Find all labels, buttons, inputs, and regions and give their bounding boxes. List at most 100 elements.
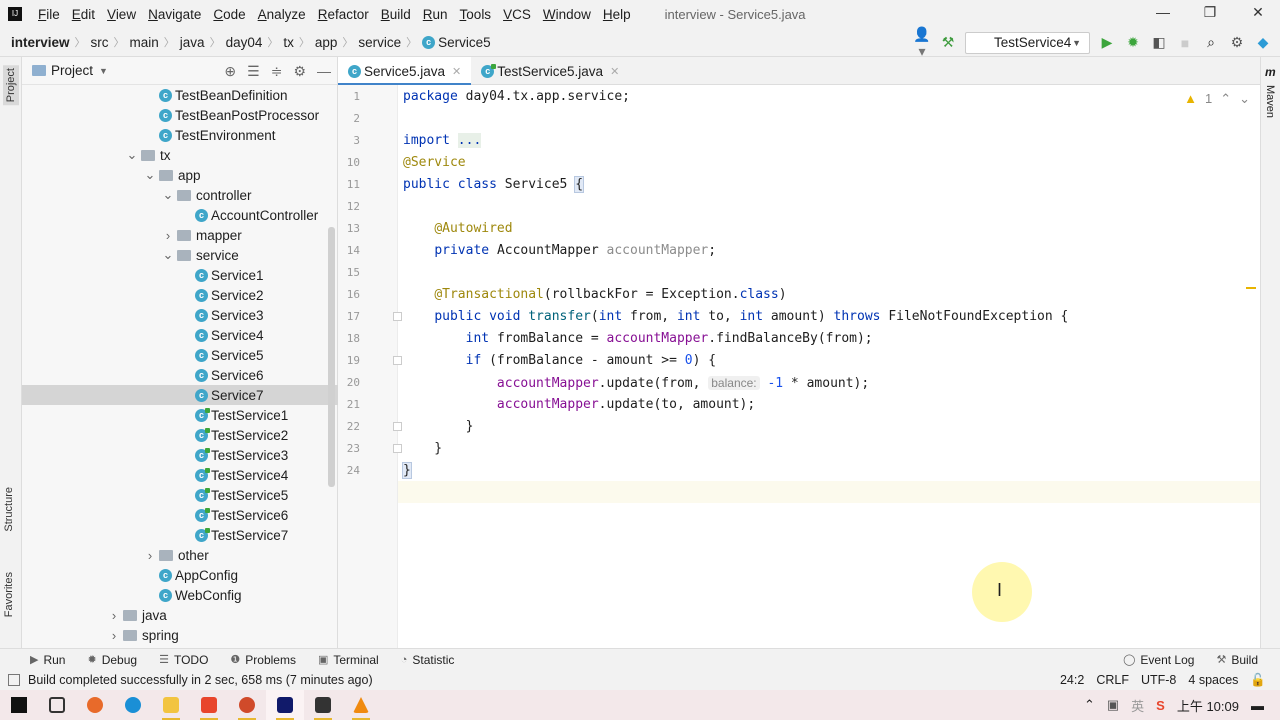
sogou-icon[interactable]: S [1156, 698, 1165, 713]
chevron-down-icon[interactable]: ⌄ [123, 147, 141, 163]
tree-item[interactable]: c Service1 [22, 265, 338, 285]
firefox-icon[interactable] [76, 690, 114, 720]
fold-icon[interactable] [393, 444, 402, 453]
breadcrumb-item[interactable]: tx [283, 35, 294, 50]
indent-setting[interactable]: 4 spaces [1188, 673, 1238, 687]
code-editor[interactable]: 1 2 3 10 11 12 13 14 15 16 17 18 19 20 21 22 23 24 packag… [338, 85, 1260, 648]
run-config-select[interactable]: TestService4 ▼ [965, 31, 1090, 54]
breadcrumb-item[interactable]: service [358, 35, 401, 50]
close-button[interactable]: ✕ [1243, 4, 1273, 21]
favorites-side-tab[interactable]: Favorites [3, 572, 15, 617]
chevron-down-icon[interactable]: ▼ [99, 66, 108, 76]
chevron-down-icon[interactable]: ⌄ [159, 247, 177, 263]
breadcrumb-item[interactable]: main [130, 35, 159, 50]
menu-refactor[interactable]: Refactor [312, 7, 375, 22]
tree-item[interactable]: c TestService1 [22, 405, 338, 425]
tree-item[interactable]: c TestService4 [22, 465, 338, 485]
tool-window-build[interactable]: ⚒ Build [1216, 653, 1258, 667]
menu-navigate[interactable]: Navigate [142, 7, 207, 22]
maven-side-tab[interactable]: Maven [1264, 85, 1276, 118]
build-hammer-icon[interactable]: ⚒ [939, 34, 957, 51]
lock-icon[interactable]: 🔓 [1250, 673, 1266, 688]
breadcrumb-item[interactable]: app [315, 35, 338, 50]
tree-item[interactable]: ⌄ service [22, 245, 338, 265]
xmind-icon[interactable] [190, 690, 228, 720]
tree-item[interactable]: ⌄ tx [22, 145, 338, 165]
plugin-icon[interactable]: ◆ [1254, 34, 1272, 51]
edge-icon[interactable] [114, 690, 152, 720]
close-tab-icon[interactable]: ✕ [452, 65, 461, 78]
tree-item[interactable]: c TestBeanDefinition [22, 85, 338, 105]
line-separator[interactable]: CRLF [1096, 673, 1129, 687]
menu-help[interactable]: Help [597, 7, 637, 22]
menu-analyze[interactable]: Analyze [252, 7, 312, 22]
tree-item[interactable]: c TestService2 [22, 425, 338, 445]
fold-icon[interactable] [393, 312, 402, 321]
tree-item[interactable]: c TestService6 [22, 505, 338, 525]
notification-icon[interactable]: ▬ [1251, 698, 1264, 713]
file-explorer-icon[interactable] [152, 690, 190, 720]
coverage-icon[interactable]: ◧ [1150, 34, 1168, 51]
task-view-icon[interactable] [38, 690, 76, 720]
chevron-right-icon[interactable]: › [141, 548, 159, 563]
tray-app-icon[interactable]: ▣ [1107, 697, 1119, 713]
tree-item[interactable]: c Service5 [22, 345, 338, 365]
menu-view[interactable]: View [101, 7, 142, 22]
chevron-up-icon[interactable]: ⌃ [1084, 697, 1095, 713]
menu-window[interactable]: Window [537, 7, 597, 22]
tree-item[interactable]: c Service4 [22, 325, 338, 345]
chevron-down-icon[interactable]: ⌄ [159, 187, 177, 203]
warning-marker[interactable] [1246, 287, 1256, 289]
breadcrumb-item[interactable]: src [91, 35, 109, 50]
tool-window-run[interactable]: ▶ Run [30, 653, 65, 667]
tree-item[interactable]: c Service6 [22, 365, 338, 385]
tree-item[interactable]: c Service2 [22, 285, 338, 305]
locate-icon[interactable]: ⊕ [224, 63, 236, 80]
close-tab-icon[interactable]: ✕ [610, 65, 619, 78]
next-highlight-icon[interactable]: ⌄ [1239, 91, 1250, 107]
file-encoding[interactable]: UTF-8 [1141, 673, 1176, 687]
tree-item[interactable]: c Service3 [22, 305, 338, 325]
tool-window-debug[interactable]: ✹ Debug [87, 653, 137, 667]
tab-testservice5-java[interactable]: c TestService5.java ✕ [471, 57, 629, 85]
tab-service5-java[interactable]: c Service5.java ✕ [338, 57, 472, 86]
menu-edit[interactable]: Edit [66, 7, 101, 22]
tree-item[interactable]: c Service7 [22, 385, 338, 405]
tree-item[interactable]: › other [22, 545, 338, 565]
menu-run[interactable]: Run [417, 7, 454, 22]
tool-window-todo[interactable]: ☰ TODO [159, 653, 208, 667]
search-icon[interactable]: ⌕ [1202, 34, 1220, 51]
powerpoint-icon[interactable] [228, 690, 266, 720]
terminal-icon[interactable] [304, 690, 342, 720]
project-scrollbar[interactable] [328, 227, 335, 487]
minimize-button[interactable]: — [1148, 4, 1178, 20]
fold-icon[interactable] [393, 356, 402, 365]
inspection-widget[interactable]: ▲ 1 ⌃ ⌄ [1184, 91, 1250, 107]
tool-window-terminal[interactable]: ▣ Terminal [318, 653, 379, 667]
vlc-icon[interactable] [342, 690, 380, 720]
tree-item[interactable]: › mapper [22, 225, 338, 245]
tree-item[interactable]: › java [22, 605, 338, 625]
tree-item[interactable]: c TestService5 [22, 485, 338, 505]
tree-item[interactable]: c TestEnvironment [22, 125, 338, 145]
chevron-down-icon[interactable]: ⌄ [141, 167, 159, 183]
user-icon[interactable]: 👤▾ [913, 26, 931, 60]
expand-all-icon[interactable]: ☰ [247, 63, 260, 80]
debug-icon[interactable]: ✹ [1124, 34, 1142, 51]
settings-gear-icon[interactable]: ⚙ [1228, 34, 1246, 51]
tree-item[interactable]: › spring [22, 625, 338, 645]
tool-window-problems[interactable]: ❶ Problems [230, 653, 296, 667]
tree-item[interactable]: c AppConfig [22, 565, 338, 585]
tool-window-event-log[interactable]: ◯ Event Log [1123, 653, 1194, 667]
menu-vcs[interactable]: VCS [497, 7, 537, 22]
breadcrumb-item[interactable]: java [180, 35, 205, 50]
structure-side-tab[interactable]: Structure [3, 487, 15, 532]
tree-item[interactable]: c WebConfig [22, 585, 338, 605]
menu-file[interactable]: File [32, 7, 66, 22]
prev-highlight-icon[interactable]: ⌃ [1220, 91, 1231, 107]
chevron-right-icon[interactable]: › [105, 628, 123, 643]
restore-button[interactable]: ❐ [1195, 4, 1225, 21]
tool-window-statistic[interactable]: ◔ Statistic [401, 653, 455, 667]
menu-tools[interactable]: Tools [454, 7, 498, 22]
project-side-tab[interactable]: Project [3, 65, 19, 106]
